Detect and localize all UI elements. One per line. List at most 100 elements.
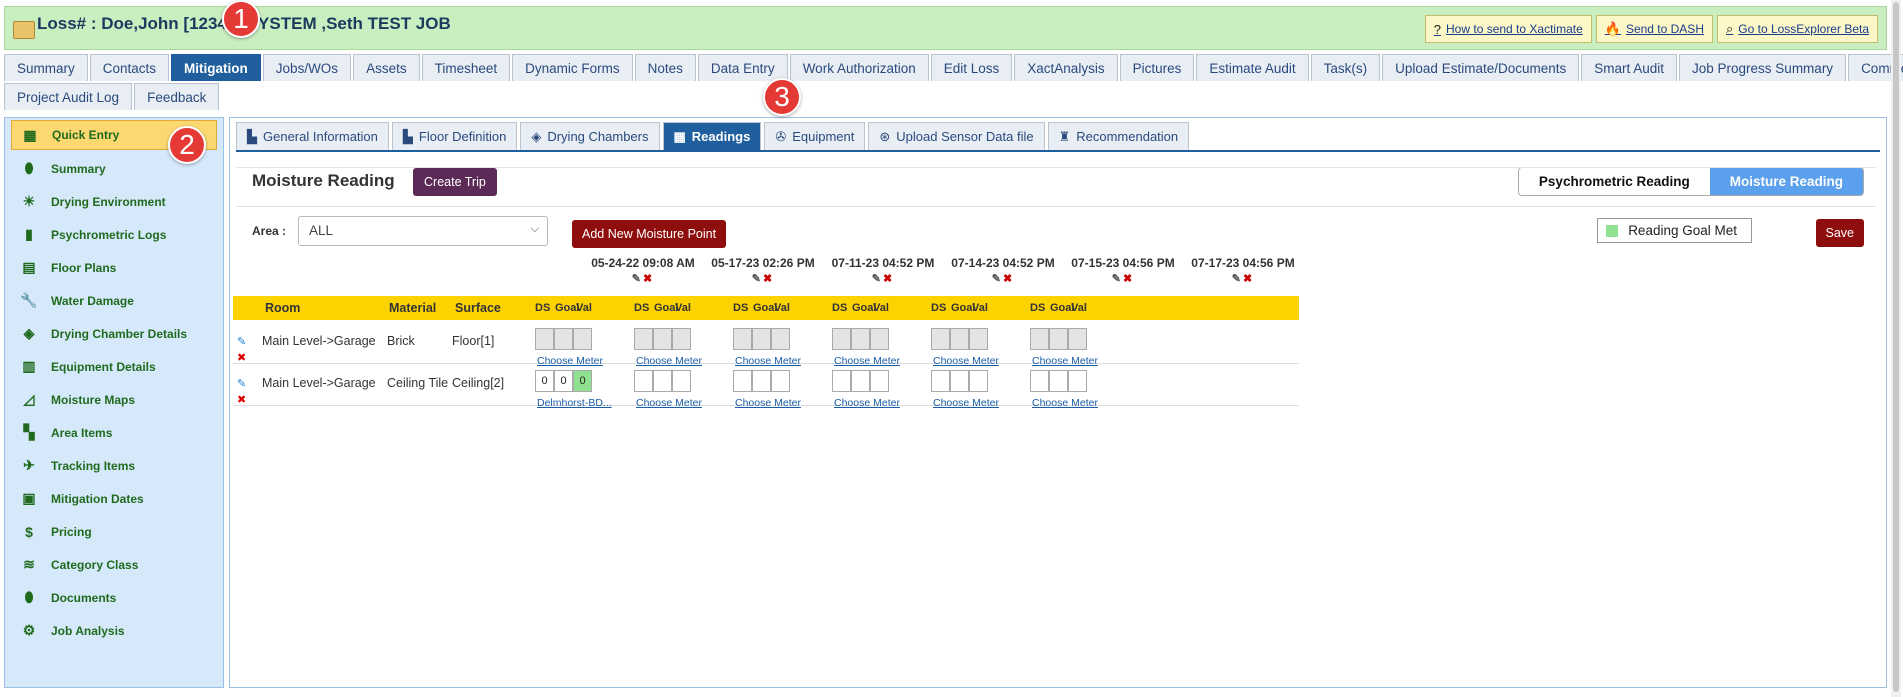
tab-contacts[interactable]: Contacts xyxy=(89,54,170,81)
scrollbar[interactable] xyxy=(1891,0,1901,697)
tab-feedback[interactable]: Feedback xyxy=(134,83,220,110)
tab-summary[interactable]: Summary xyxy=(4,54,88,81)
sidebar-item-drying-chamber-details[interactable]: ◈ Drying Chamber Details xyxy=(5,317,223,350)
goal-input[interactable] xyxy=(851,370,870,392)
psychrometric-reading-toggle[interactable]: Psychrometric Reading xyxy=(1518,168,1710,195)
value-input[interactable] xyxy=(870,370,889,392)
tab-estimate-audit[interactable]: Estimate Audit xyxy=(1196,54,1309,81)
value-input[interactable]: 0 xyxy=(573,370,592,392)
sidebar-item-moisture-maps[interactable]: ◿ Moisture Maps xyxy=(5,383,223,416)
ds-input[interactable] xyxy=(931,328,950,350)
add-moisture-point-button[interactable]: Add New Moisture Point xyxy=(572,220,727,248)
delete-icon[interactable]: ✖ xyxy=(1243,273,1254,285)
goal-input[interactable] xyxy=(950,328,969,350)
delete-icon[interactable]: ✖ xyxy=(763,273,774,285)
choose-meter-link[interactable]: Choose Meter xyxy=(933,397,999,409)
value-input[interactable] xyxy=(870,328,889,350)
ds-input[interactable] xyxy=(832,370,851,392)
subtab-upload-sensor-data-file[interactable]: ⊛ Upload Sensor Data file xyxy=(868,122,1045,150)
ds-input[interactable] xyxy=(535,328,554,350)
tab-xactanalysis[interactable]: XactAnalysis xyxy=(1014,54,1118,81)
choose-meter-link[interactable]: Choose Meter xyxy=(636,397,702,409)
tab-smart-audit[interactable]: Smart Audit xyxy=(1581,54,1678,81)
value-input[interactable] xyxy=(771,328,790,350)
ds-input[interactable] xyxy=(832,328,851,350)
header-link-go-to-lossexplorer-beta[interactable]: ⌕ Go to LossExplorer Beta xyxy=(1716,15,1878,43)
ds-input[interactable] xyxy=(634,328,653,350)
edit-icon[interactable]: ✎ xyxy=(1112,273,1123,285)
sidebar-item-category-class[interactable]: ≋ Category Class xyxy=(5,548,223,581)
delete-icon[interactable]: ✖ xyxy=(883,273,894,285)
goal-input[interactable] xyxy=(1049,370,1068,392)
sidebar-item-job-analysis[interactable]: ⚙ Job Analysis xyxy=(5,614,223,647)
value-input[interactable] xyxy=(969,328,988,350)
header-link-how-to-send-to-xactimate[interactable]: ? How to send to Xactimate xyxy=(1424,15,1592,43)
subtab-floor-definition[interactable]: ▙ Floor Definition xyxy=(391,122,518,150)
create-trip-button[interactable]: Create Trip xyxy=(413,168,497,196)
tab-pictures[interactable]: Pictures xyxy=(1119,54,1195,81)
sidebar-item-tracking-items[interactable]: ✈ Tracking Items xyxy=(5,449,223,482)
tab-work-authorization[interactable]: Work Authorization xyxy=(789,54,929,81)
edit-icon[interactable]: ✎ xyxy=(872,273,883,285)
header-link-send-to-dash[interactable]: 🔥 Send to DASH xyxy=(1595,15,1713,43)
tab-jobs-wos[interactable]: Jobs/WOs xyxy=(262,54,352,81)
delete-row-icon[interactable]: ✖ xyxy=(237,392,246,408)
goal-input[interactable] xyxy=(554,328,573,350)
ds-input[interactable] xyxy=(1030,370,1049,392)
value-input[interactable] xyxy=(672,328,691,350)
tab-dynamic-forms[interactable]: Dynamic Forms xyxy=(512,54,633,81)
scrollbar-thumb[interactable] xyxy=(1893,2,1899,692)
tab-mitigation[interactable]: Mitigation xyxy=(171,54,261,81)
sidebar-item-psychrometric-logs[interactable]: ▮ Psychrometric Logs xyxy=(5,218,223,251)
goal-input[interactable] xyxy=(851,328,870,350)
ds-input[interactable] xyxy=(931,370,950,392)
sidebar-item-drying-environment[interactable]: ☀ Drying Environment xyxy=(5,185,223,218)
goal-input[interactable] xyxy=(950,370,969,392)
edit-icon[interactable]: ✎ xyxy=(752,273,763,285)
edit-row-icon[interactable]: ✎ xyxy=(237,376,246,392)
sidebar-item-mitigation-dates[interactable]: ▣ Mitigation Dates xyxy=(5,482,223,515)
tab-edit-loss[interactable]: Edit Loss xyxy=(930,54,1013,81)
tab-timesheet[interactable]: Timesheet xyxy=(421,54,511,81)
value-input[interactable] xyxy=(969,370,988,392)
ds-input[interactable] xyxy=(733,370,752,392)
goal-input[interactable] xyxy=(653,370,672,392)
area-select[interactable]: ALL ⌵ xyxy=(298,216,548,246)
tab-assets[interactable]: Assets xyxy=(353,54,420,81)
goal-input[interactable] xyxy=(653,328,672,350)
sidebar-item-water-damage[interactable]: 🔧 Water Damage xyxy=(5,284,223,317)
choose-meter-link[interactable]: Delmhorst-BD... xyxy=(537,397,612,409)
goal-input[interactable] xyxy=(752,370,771,392)
value-input[interactable] xyxy=(771,370,790,392)
ds-input[interactable]: 0 xyxy=(535,370,554,392)
goal-input[interactable] xyxy=(752,328,771,350)
delete-icon[interactable]: ✖ xyxy=(1123,273,1134,285)
sidebar-item-floor-plans[interactable]: ▤ Floor Plans xyxy=(5,251,223,284)
value-input[interactable] xyxy=(1068,370,1087,392)
sidebar-item-equipment-details[interactable]: ▥ Equipment Details xyxy=(5,350,223,383)
choose-meter-link[interactable]: Choose Meter xyxy=(1032,397,1098,409)
choose-meter-link[interactable]: Choose Meter xyxy=(834,397,900,409)
subtab-equipment[interactable]: ✇ Equipment xyxy=(764,122,866,150)
subtab-drying-chambers[interactable]: ◈ Drying Chambers xyxy=(520,122,660,150)
value-input[interactable] xyxy=(672,370,691,392)
sidebar-item-pricing[interactable]: $ Pricing xyxy=(5,515,223,548)
edit-icon[interactable]: ✎ xyxy=(632,273,643,285)
subtab-recommendation[interactable]: ♜ Recommendation xyxy=(1047,122,1190,150)
edit-icon[interactable]: ✎ xyxy=(1232,273,1243,285)
subtab-readings[interactable]: ▦ Readings xyxy=(662,122,762,150)
edit-row-icon[interactable]: ✎ xyxy=(237,334,246,350)
ds-input[interactable] xyxy=(634,370,653,392)
choose-meter-link[interactable]: Choose Meter xyxy=(735,397,801,409)
tab-data-entry[interactable]: Data Entry xyxy=(697,54,788,81)
save-button[interactable]: Save xyxy=(1815,219,1864,247)
tab-project-audit-log[interactable]: Project Audit Log xyxy=(4,83,133,110)
value-input[interactable] xyxy=(1068,328,1087,350)
tab-task-s[interactable]: Task(s) xyxy=(1310,54,1381,81)
tab-notes[interactable]: Notes xyxy=(634,54,696,81)
moisture-reading-toggle[interactable]: Moisture Reading xyxy=(1709,168,1863,195)
tab-upload-estimate-documents[interactable]: Upload Estimate/Documents xyxy=(1382,54,1580,81)
edit-icon[interactable]: ✎ xyxy=(992,273,1003,285)
goal-input[interactable] xyxy=(1049,328,1068,350)
goal-input[interactable]: 0 xyxy=(554,370,573,392)
